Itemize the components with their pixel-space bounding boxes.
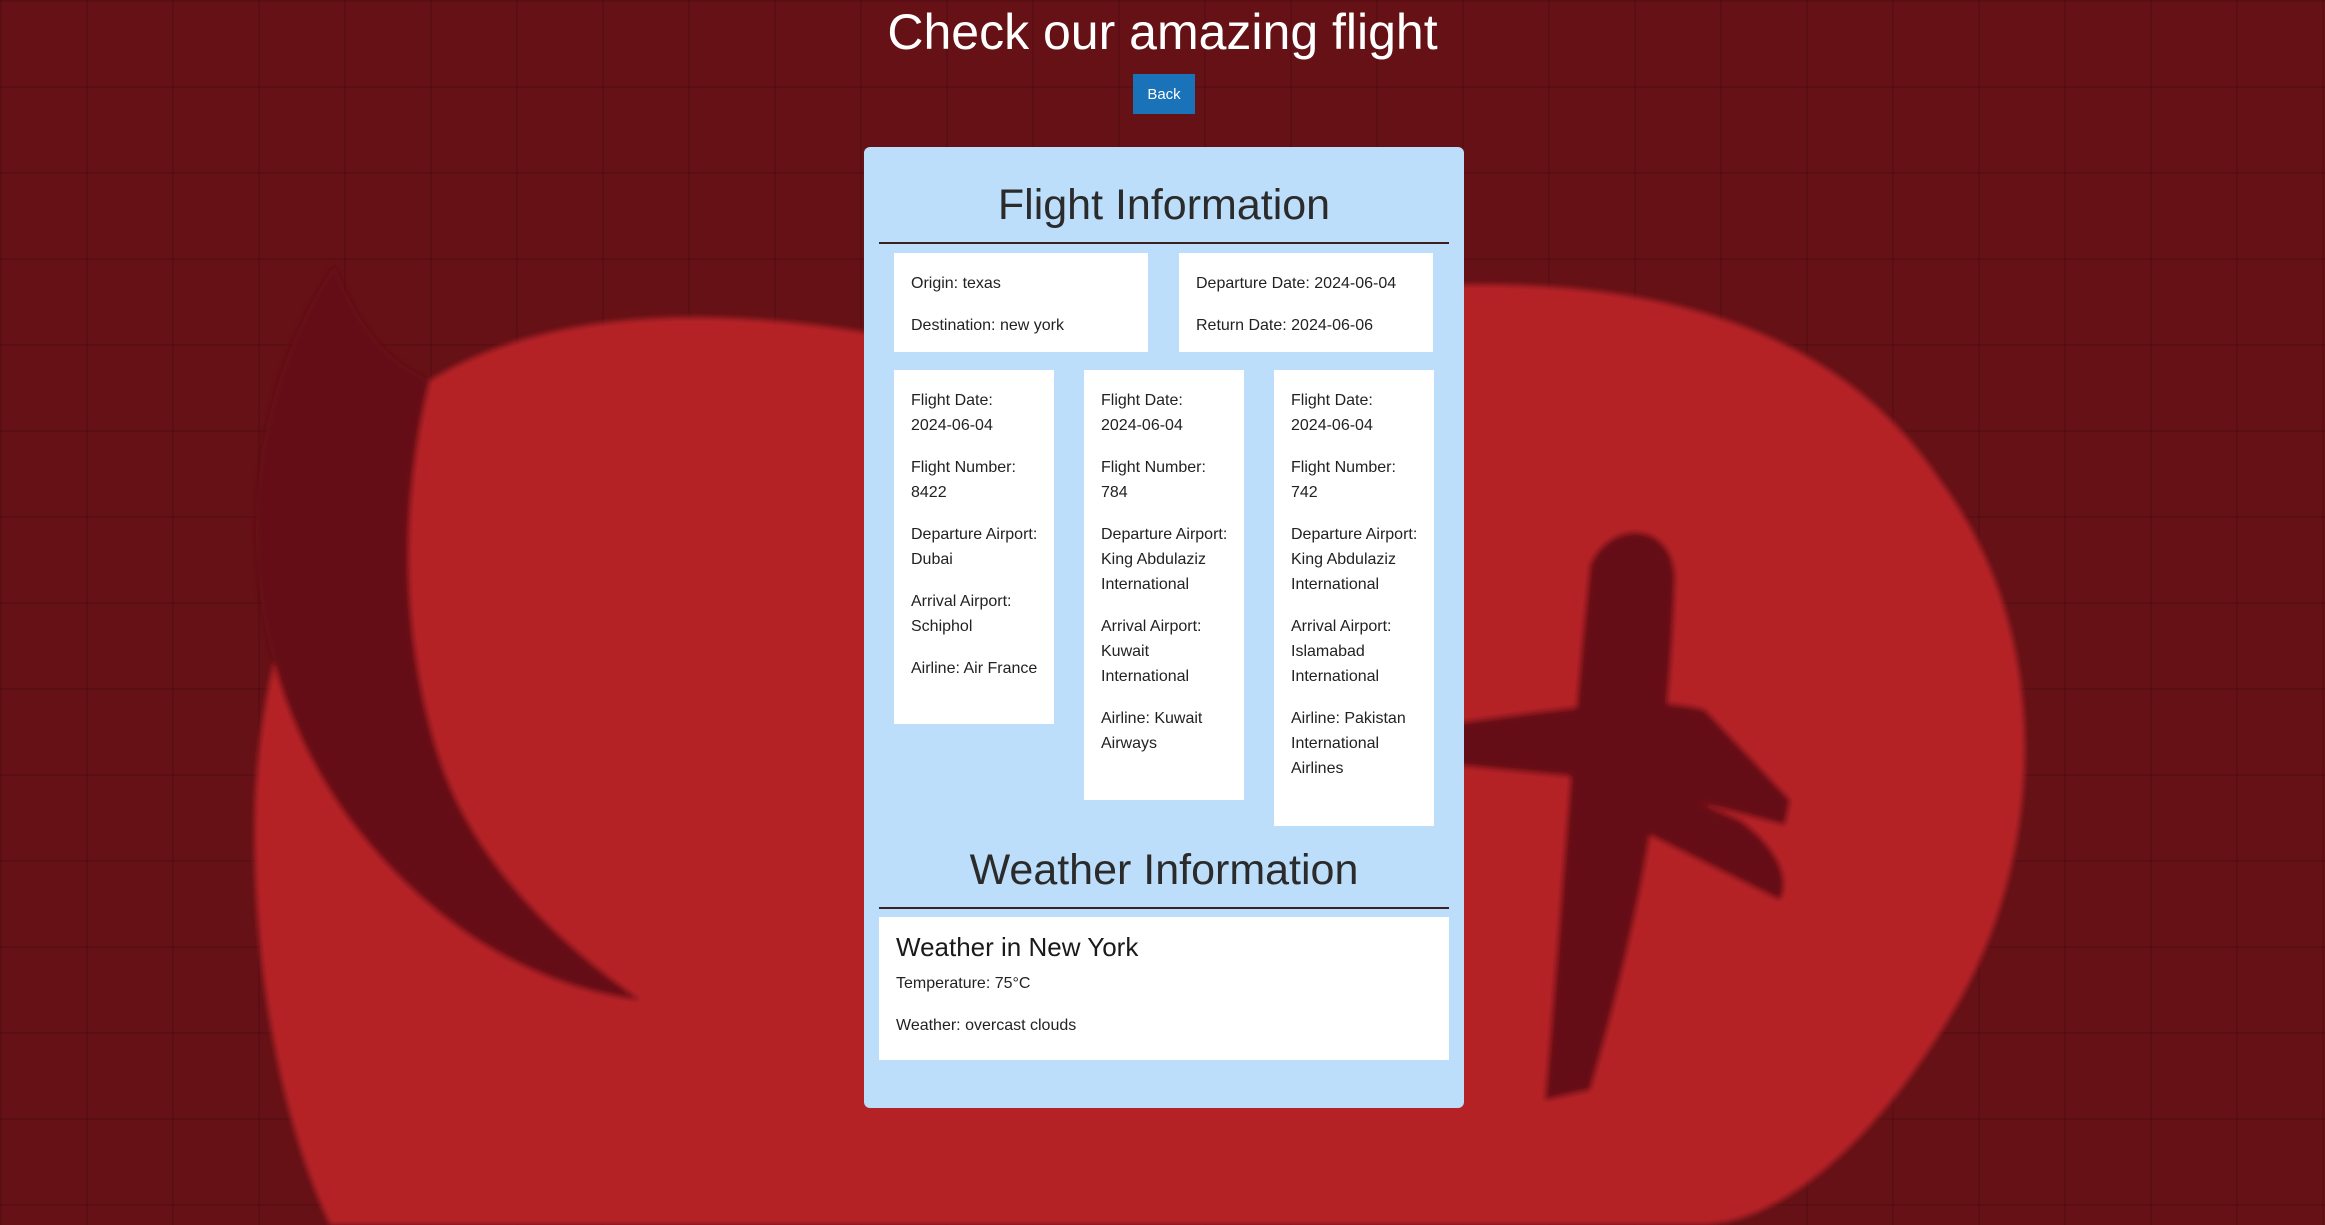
flight-information-heading: Flight Information [879, 177, 1449, 244]
arrival-airport-text: Arrival Airport: Schiphol [911, 593, 1012, 635]
trip-route-card: Origin: texas Destination: new york [894, 253, 1148, 352]
weather-information-heading: Weather Information [879, 842, 1449, 909]
departure-date-text: Departure Date: 2024-06-04 [1196, 275, 1397, 292]
flight-card: Flight Date: 2024-06-04 Flight Number: 8… [894, 370, 1054, 724]
back-button[interactable]: Back [1133, 74, 1195, 114]
departure-airport-text: Departure Airport: King Abdulaziz Intern… [1291, 526, 1418, 593]
origin-text: Origin: texas [911, 275, 1001, 292]
flight-number-text: Flight Number: 742 [1291, 459, 1396, 501]
trip-dates-card: Departure Date: 2024-06-04 Return Date: … [1179, 253, 1433, 352]
flight-date-text: Flight Date: 2024-06-04 [911, 392, 993, 434]
departure-airport-text: Departure Airport: Dubai [911, 526, 1038, 568]
page-title: Check our amazing flight [887, 4, 1438, 60]
airline-text: Airline: Kuwait Airways [1101, 710, 1203, 752]
departure-airport-text: Departure Airport: King Abdulaziz Intern… [1101, 526, 1228, 593]
airline-text: Airline: Pakistan International Airlines [1291, 710, 1406, 777]
flight-date-text: Flight Date: 2024-06-04 [1101, 392, 1183, 434]
airline-text: Airline: Air France [911, 660, 1038, 677]
destination-text: Destination: new york [911, 317, 1064, 334]
temperature-text: Temperature: 75°C [896, 975, 1031, 992]
flight-number-text: Flight Number: 784 [1101, 459, 1206, 501]
arrival-airport-text: Arrival Airport: Kuwait International [1101, 618, 1202, 685]
return-date-text: Return Date: 2024-06-06 [1196, 317, 1373, 334]
flight-card: Flight Date: 2024-06-04 Flight Number: 7… [1274, 370, 1434, 826]
flight-number-text: Flight Number: 8422 [911, 459, 1016, 501]
weather-title: Weather in New York [896, 932, 1139, 962]
arrival-airport-text: Arrival Airport: Islamabad International [1291, 618, 1392, 685]
weather-condition-text: Weather: overcast clouds [896, 1017, 1077, 1034]
weather-card: Weather in New York Temperature: 75°C We… [879, 917, 1449, 1060]
flight-details-panel: Flight Information Origin: texas Destina… [864, 147, 1464, 1108]
flight-card: Flight Date: 2024-06-04 Flight Number: 7… [1084, 370, 1244, 800]
flight-date-text: Flight Date: 2024-06-04 [1291, 392, 1373, 434]
